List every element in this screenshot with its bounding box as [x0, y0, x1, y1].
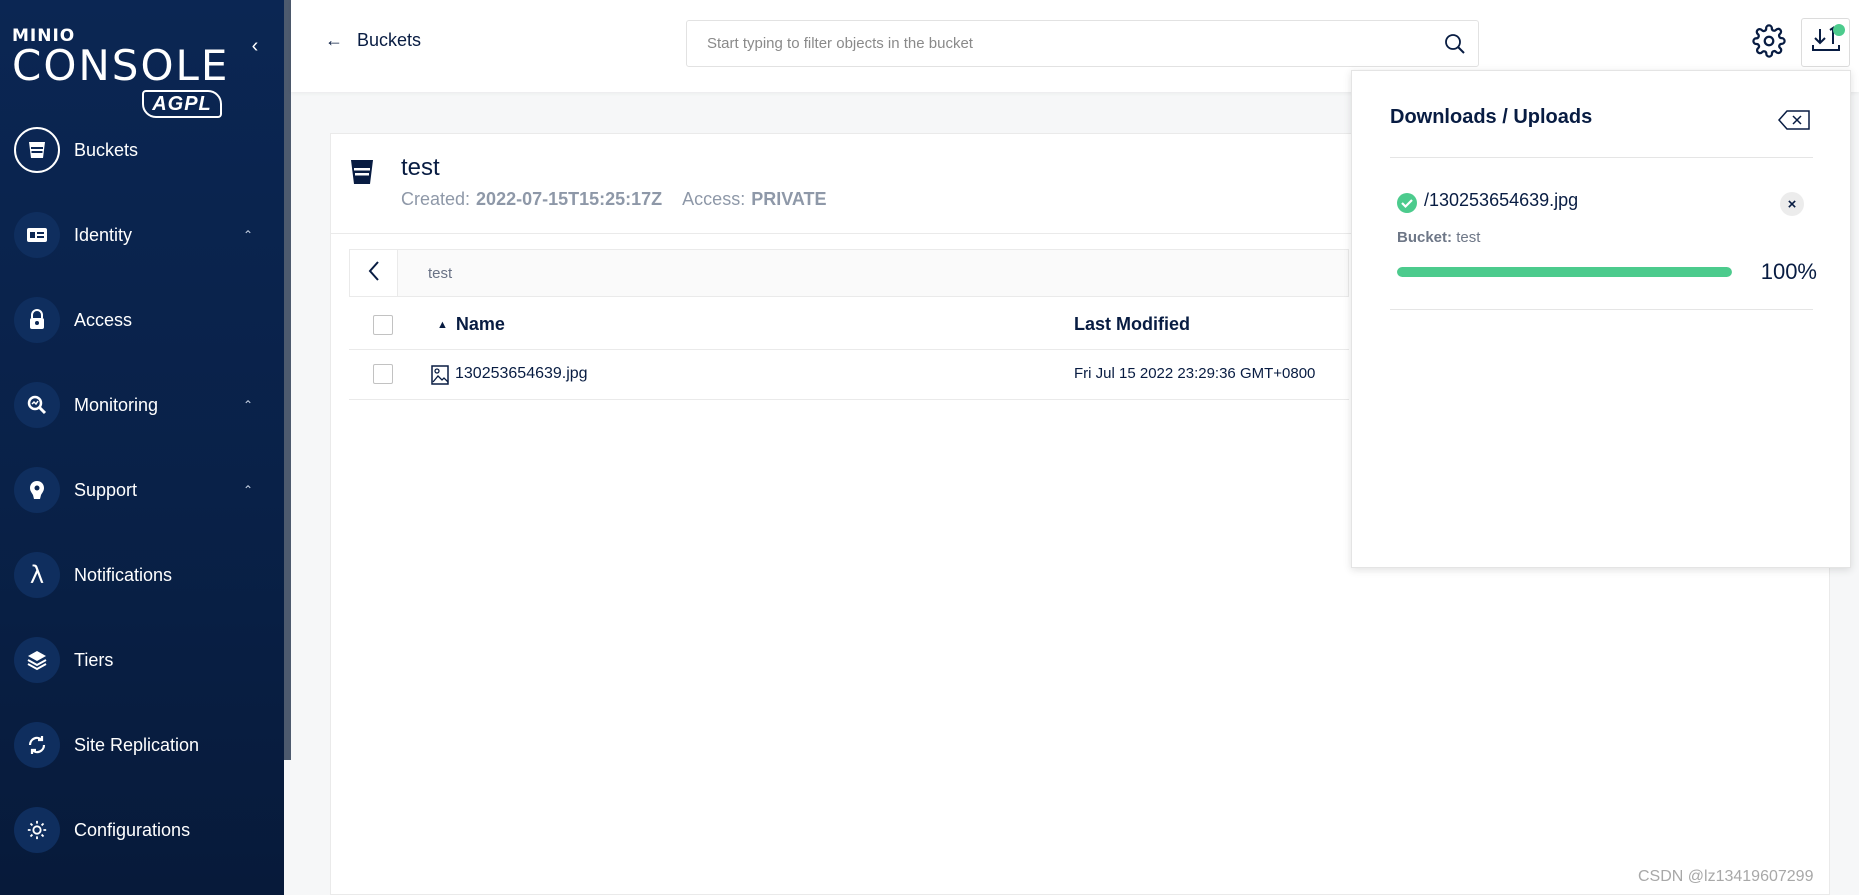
sidebar-item-label: Site Replication [74, 734, 200, 755]
sidebar-item-label: Configurations [74, 819, 191, 840]
column-header-last-modified[interactable]: Last Modified [1074, 314, 1190, 335]
sidebar-scrollbar[interactable] [284, 0, 291, 760]
sidebar-item-label: Buckets [74, 139, 139, 160]
breadcrumb-back-button[interactable] [350, 250, 398, 296]
download-item-bucket: Bucket: test [1397, 229, 1480, 246]
back-link-label: Buckets [357, 30, 422, 50]
sync-icon [14, 722, 60, 768]
download-progress-bar [1397, 267, 1732, 277]
bucket-metadata: Created: 2022-07-15T15:25:17Z Access: PRIVA… [401, 189, 827, 210]
sidebar-item-identity[interactable]: Identity ⌃ [14, 211, 264, 259]
sidebar-item-label: Monitoring [74, 394, 159, 415]
sidebar-item-label: Notifications [74, 564, 173, 585]
monitor-search-icon [14, 382, 60, 428]
lambda-icon: λ [14, 552, 60, 598]
watermark: CSDN @lz13419607299 [1638, 868, 1814, 885]
bucket-icon [349, 158, 375, 191]
backspace-close-icon [1777, 110, 1810, 130]
chevron-up-icon[interactable]: ⌃ [240, 398, 256, 412]
column-header-label: Name [455, 314, 505, 334]
logo-license-badge: AGPL [142, 90, 222, 118]
collapse-sidebar-button[interactable]: ‹ [246, 36, 264, 56]
sidebar-item-label: Access [74, 309, 133, 330]
chevron-left-icon [367, 260, 381, 287]
sidebar-item-access[interactable]: Access [14, 296, 264, 344]
gear-icon [14, 807, 60, 853]
logo-product: CONSOLE [12, 41, 230, 90]
divider [1390, 157, 1813, 158]
bucket-label: Bucket: [1397, 229, 1453, 246]
download-progress-fill [1397, 267, 1732, 277]
minio-console-logo[interactable]: MINIO CONSOLE AGPL [12, 26, 230, 120]
arrow-left-icon: ← [325, 30, 343, 50]
back-to-buckets-link[interactable]: ← Buckets [325, 30, 421, 51]
lock-icon [14, 297, 60, 343]
sidebar-item-notifications[interactable]: λ Notifications [14, 551, 264, 599]
sidebar-item-configurations[interactable]: Configurations [14, 806, 264, 854]
id-card-icon [14, 212, 60, 258]
table-header: ▲ Name Last Modified [349, 300, 1349, 350]
chevron-up-icon[interactable]: ⌃ [240, 228, 256, 242]
bucket-icon [14, 127, 60, 173]
breadcrumb-path[interactable]: test [428, 265, 452, 282]
downloads-panel-title: Downloads / Uploads [1390, 106, 1593, 128]
downloads-toggle-button[interactable] [1801, 18, 1850, 67]
object-name: 130253654639.jpg [455, 365, 588, 382]
sidebar-item-site-replication[interactable]: Site Replication [14, 721, 264, 769]
check-circle-icon [1397, 193, 1417, 218]
downloads-status-dot [1833, 24, 1845, 36]
table-row[interactable]: 130253654639.jpg Fri Jul 15 2022 23:29:3… [349, 350, 1349, 400]
close-panel-button[interactable] [1777, 109, 1811, 131]
breadcrumb: test [349, 249, 1349, 297]
sidebar-item-label: Identity [74, 224, 133, 245]
sidebar-item-buckets[interactable]: Buckets [14, 126, 264, 174]
object-filter-input[interactable] [687, 35, 1432, 52]
access-value: PRIVATE [751, 189, 827, 209]
sort-ascending-icon: ▲ [437, 318, 448, 331]
bucket-title: test [401, 154, 440, 181]
layers-icon [14, 637, 60, 683]
search-icon[interactable] [1432, 33, 1478, 55]
sidebar-item-tiers[interactable]: Tiers [14, 636, 264, 684]
sidebar: MINIO CONSOLE AGPL ‹ Buckets Identity ⌃ … [0, 0, 284, 895]
column-header-name[interactable]: ▲ Name [437, 314, 505, 335]
bucket-value: test [1456, 229, 1481, 246]
sidebar-item-label: Tiers [74, 649, 114, 670]
divider [1390, 309, 1813, 310]
gear-icon [1752, 23, 1786, 63]
row-checkbox[interactable] [373, 364, 393, 384]
download-progress-percent: 100% [1760, 259, 1817, 284]
remove-download-button[interactable]: × [1780, 192, 1804, 216]
created-label: Created: [401, 189, 471, 209]
sidebar-item-label: Support [74, 479, 138, 500]
support-icon [14, 467, 60, 513]
sidebar-item-monitoring[interactable]: Monitoring ⌃ [14, 381, 264, 429]
sidebar-item-support[interactable]: Support ⌃ [14, 466, 264, 514]
object-filter-box[interactable] [686, 20, 1479, 67]
image-file-icon [431, 365, 449, 390]
created-value: 2022-07-15T15:25:17Z [476, 189, 663, 209]
access-label: Access: [682, 189, 746, 209]
download-item-name: /130253654639.jpg [1424, 190, 1579, 210]
settings-button[interactable] [1750, 23, 1788, 63]
select-all-checkbox[interactable] [373, 315, 393, 335]
object-last-modified: Fri Jul 15 2022 23:29:36 GMT+0800 [1074, 365, 1316, 382]
downloads-uploads-panel: Downloads / Uploads /130253654639.jpg × … [1351, 70, 1851, 568]
chevron-up-icon[interactable]: ⌃ [240, 483, 256, 497]
